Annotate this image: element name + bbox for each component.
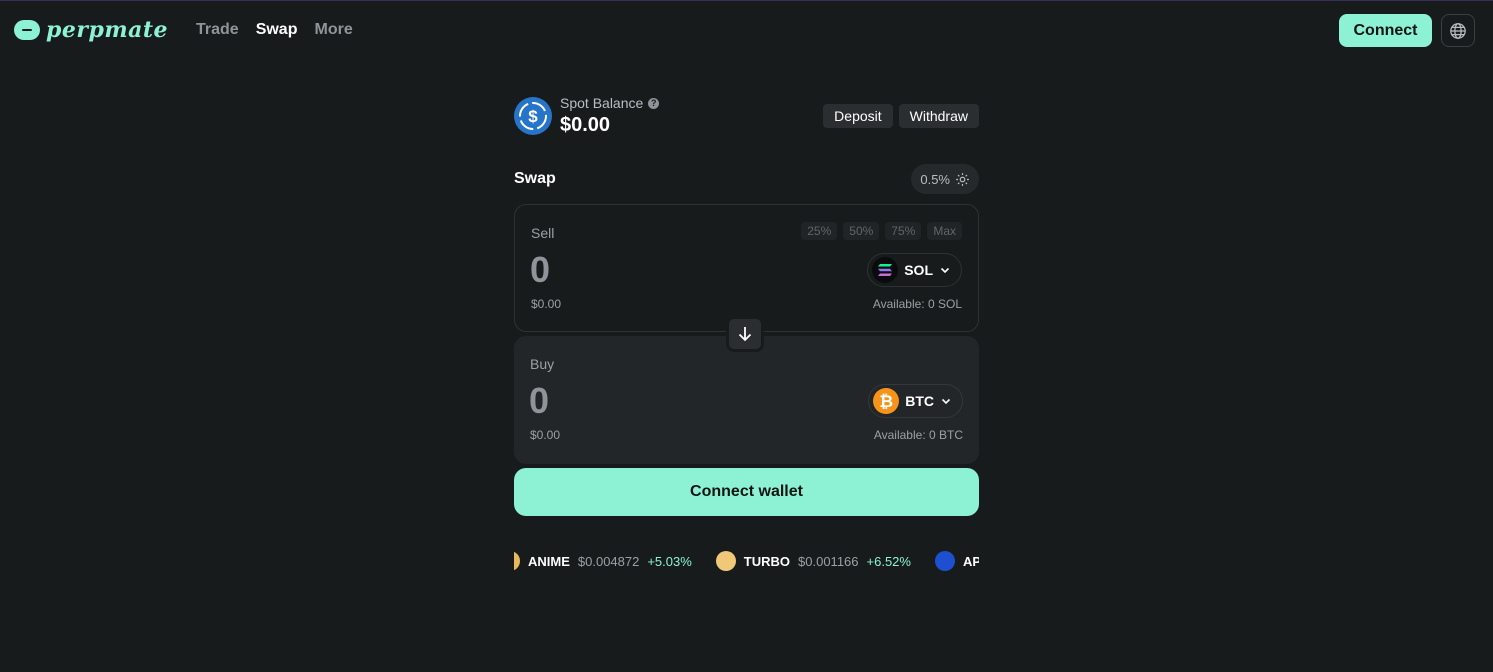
svg-text:$: $: [528, 107, 538, 126]
pct-25-button[interactable]: 25%: [801, 222, 838, 240]
sol-icon: [872, 257, 899, 283]
sell-label: Sell: [531, 225, 555, 241]
language-button[interactable]: [1441, 14, 1475, 47]
buy-usd-value: $0.00: [530, 428, 561, 442]
slippage-value: 0.5%: [920, 171, 950, 187]
ticker-track: ANIME $0.004872 +5.03% TURBO $0.001166 +…: [514, 549, 979, 573]
slippage-button[interactable]: 0.5%: [911, 164, 979, 194]
ticker-change: +6.52%: [866, 553, 911, 569]
ticker-symbol: TURBO: [743, 553, 791, 569]
arrow-down-icon: [738, 327, 752, 342]
pct-max-button[interactable]: Max: [927, 222, 962, 240]
main-nav: Trade Swap More: [196, 21, 353, 39]
buy-token-select[interactable]: ₿ BTC: [868, 384, 963, 418]
top-header: perpmate Trade Swap More Connect: [0, 1, 1493, 61]
buy-available: Available: 0 BTC: [873, 428, 963, 442]
balance-actions: Deposit Withdraw: [823, 104, 979, 128]
percent-buttons: 25% 50% 75% Max: [801, 222, 962, 240]
ticker-item[interactable]: TURBO $0.001166 +6.52%: [715, 551, 911, 571]
sell-token-symbol: SOL: [904, 262, 933, 278]
connect-wallet-button[interactable]: Connect wallet: [514, 468, 979, 516]
ticker-symbol: ANIME: [528, 553, 570, 569]
pct-75-button[interactable]: 75%: [885, 222, 922, 240]
buy-label: Buy: [530, 356, 555, 372]
buy-token-symbol: BTC: [905, 393, 934, 409]
ticker-change: +5.03%: [647, 553, 692, 569]
spot-balance: $ Spot Balance ? $0.00 Deposit Withdraw: [514, 95, 979, 138]
swap-header: Swap 0.5%: [514, 164, 979, 194]
nav-swap[interactable]: Swap: [256, 21, 298, 39]
flip-direction-button[interactable]: [726, 316, 764, 352]
swap-title: Swap: [514, 170, 556, 187]
help-icon[interactable]: ?: [648, 97, 660, 109]
price-ticker: ANIME $0.004872 +5.03% TURBO $0.001166 +…: [514, 549, 979, 573]
balance-label: Spot Balance ?: [560, 95, 660, 111]
globe-icon: [1450, 22, 1466, 39]
btc-icon: ₿: [873, 388, 900, 414]
ticker-item[interactable]: APE: [934, 551, 979, 571]
sell-token-select[interactable]: SOL: [867, 253, 962, 287]
deposit-button[interactable]: Deposit: [823, 104, 893, 128]
buy-card: Buy 0 ₿ BTC $0.00 Available: 0 BTC: [514, 336, 979, 464]
logo[interactable]: perpmate: [14, 19, 168, 41]
sell-card: Sell 25% 50% 75% Max 0 SOL $0.00 Availab…: [514, 204, 979, 332]
ticker-price: $0.001166: [798, 553, 859, 569]
pct-50-button[interactable]: 50%: [843, 222, 880, 240]
usdc-icon: $: [514, 97, 552, 135]
balance-value: $0.00: [560, 114, 611, 136]
ticker-item[interactable]: ANIME $0.004872 +5.03%: [514, 551, 692, 571]
chevron-down-icon: [940, 267, 950, 274]
withdraw-button[interactable]: Withdraw: [898, 104, 979, 128]
gear-icon: [956, 172, 969, 186]
nav-trade[interactable]: Trade: [196, 21, 239, 39]
buy-amount-input[interactable]: 0: [529, 381, 549, 421]
ape-token-icon: [934, 551, 955, 571]
logo-mark-icon: [14, 20, 40, 40]
balance-label-text: Spot Balance: [560, 95, 644, 111]
sell-amount-input[interactable]: 0: [530, 250, 550, 290]
ticker-symbol: APE: [962, 553, 979, 569]
chevron-down-icon: [941, 398, 951, 405]
ticker-price: $0.004872: [577, 553, 640, 569]
sell-available: Available: 0 SOL: [872, 297, 962, 311]
anime-token-icon: [514, 551, 520, 571]
connect-button[interactable]: Connect: [1339, 14, 1432, 47]
swap-panel: $ Spot Balance ? $0.00 Deposit Withdraw …: [514, 95, 979, 571]
sell-usd-value: $0.00: [531, 297, 562, 311]
turbo-token-icon: [715, 551, 736, 571]
nav-more[interactable]: More: [314, 21, 352, 39]
logo-text: perpmate: [46, 17, 169, 43]
